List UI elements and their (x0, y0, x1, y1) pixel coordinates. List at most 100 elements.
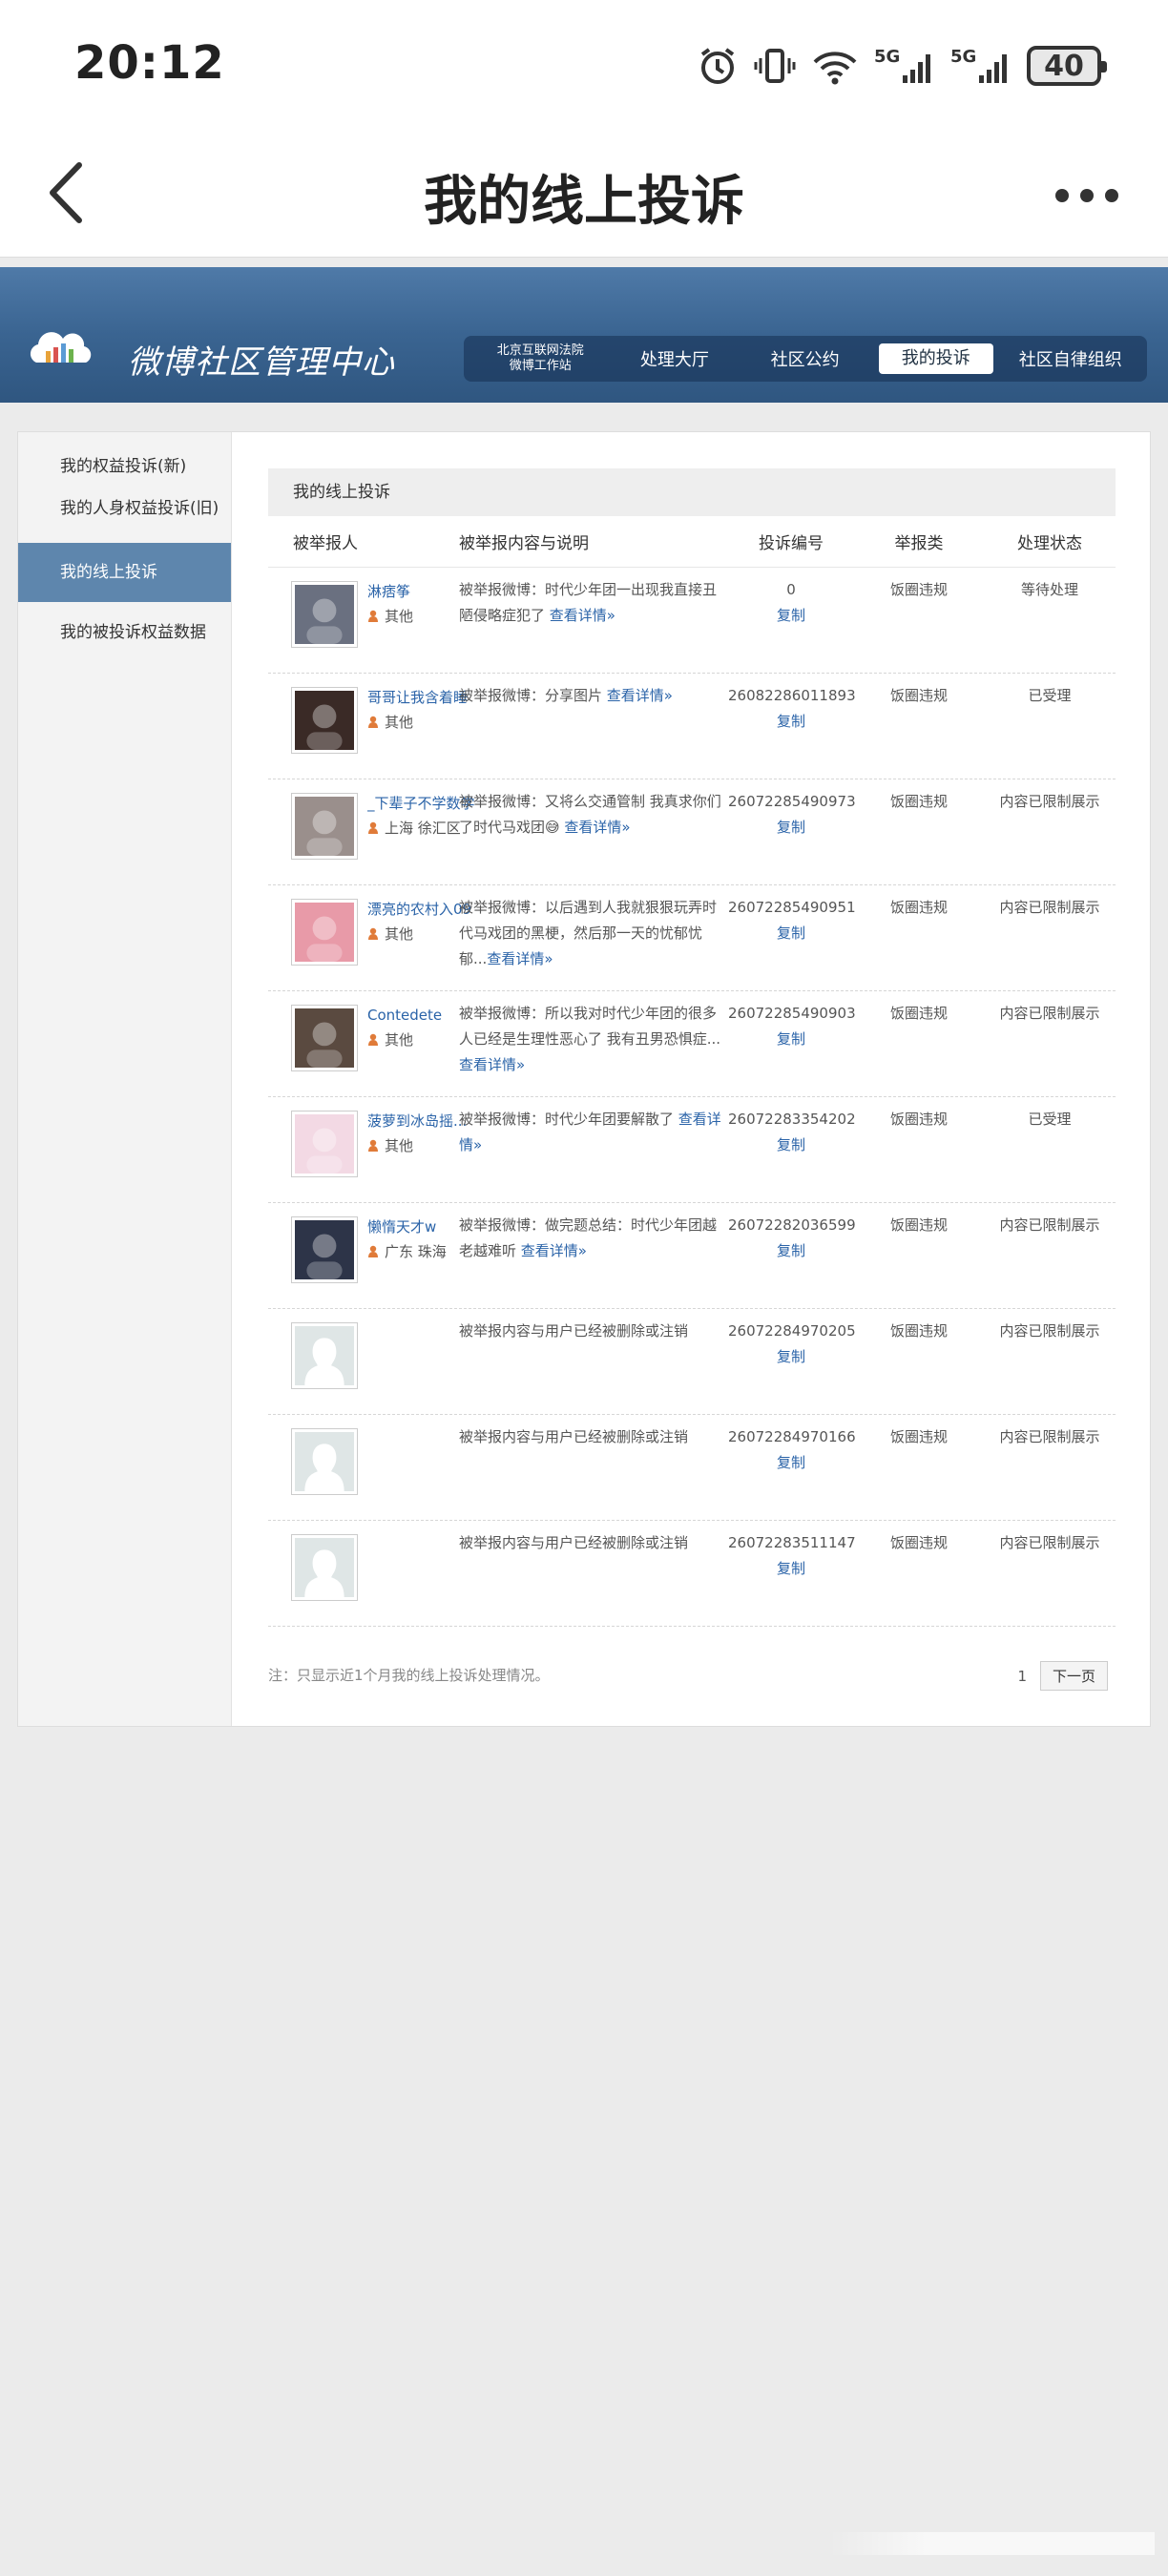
avatar[interactable] (291, 793, 358, 860)
battery-icon: 40 (1027, 46, 1107, 86)
user-gender-icon (368, 716, 378, 728)
user-gender-icon (368, 1033, 378, 1046)
sidebar-item-personal-rights-old[interactable]: 我的人身权益投诉(旧) (18, 488, 231, 530)
status-cell: 内容已限制展示 (999, 1005, 1100, 1022)
report-type: 饭圈违规 (889, 581, 948, 598)
page-number[interactable]: 1 (1017, 1668, 1027, 1685)
report-type: 饭圈违规 (889, 687, 948, 704)
status-cell: 内容已限制展示 (999, 899, 1100, 916)
complaint-id: 26072283511147 (728, 1534, 856, 1551)
user-name-link[interactable]: 哥哥让我含着睡 (367, 687, 468, 708)
report-type: 饭圈违规 (889, 1428, 948, 1445)
nav-community-rules[interactable]: 社区公约 (740, 346, 870, 371)
user-info (367, 1534, 459, 1626)
reported-user: Contedete 其他 (268, 1005, 459, 1096)
view-detail-link[interactable]: 查看详情» (607, 687, 673, 704)
reported-user: _下辈子不学数学 上海 徐汇区 (268, 793, 475, 884)
user-name-link[interactable]: Contedete (367, 1005, 459, 1026)
report-type: 饭圈违规 (889, 1111, 948, 1128)
user-info: Contedete 其他 (367, 1005, 459, 1096)
header-content: 被举报内容与说明 (459, 534, 589, 553)
report-type: 饭圈违规 (889, 1005, 948, 1022)
user-info: 哥哥让我含着睡 其他 (367, 687, 468, 779)
table-header: 被举报人 被举报内容与说明 投诉编号 举报类 处理状态 (268, 516, 1116, 568)
avatar[interactable] (291, 899, 358, 966)
copy-button[interactable]: 复制 (728, 1238, 854, 1264)
header-status: 处理状态 (1017, 534, 1082, 553)
content-text: 被举报内容与用户已经被删除或注销 (459, 1322, 689, 1340)
user-name-link[interactable]: 懒惰天才w (367, 1216, 459, 1237)
nav-processing-hall[interactable]: 处理大厅 (609, 346, 740, 371)
avatar[interactable] (291, 1534, 358, 1601)
complaint-id-cell: 26072285490951 复制 (728, 895, 856, 990)
content-text: 被举报内容与用户已经被删除或注销 (459, 1428, 689, 1445)
top-nav: 北京互联网法院 微博工作站 处理大厅 社区公约 我的投诉 社区自律组织 (464, 336, 1147, 382)
header-report-type: 举报类 (894, 534, 944, 553)
copy-button[interactable]: 复制 (728, 921, 854, 946)
clock: 20:12 (74, 36, 225, 90)
nav-beijing-court[interactable]: 北京互联网法院 微博工作站 (471, 343, 609, 374)
report-type: 饭圈违规 (889, 1216, 948, 1234)
section-title: 我的线上投诉 (268, 468, 1116, 516)
table-row: 被举报内容与用户已经被删除或注销 26072284970205 复制 饭圈违规 … (268, 1309, 1116, 1415)
content-text: 被举报微博：分享图片 (459, 687, 607, 704)
sidebar: 我的权益投诉(新) 我的人身权益投诉(旧) 我的线上投诉 我的被投诉权益数据 (18, 432, 232, 1726)
copy-button[interactable]: 复制 (728, 709, 854, 735)
avatar[interactable] (291, 1216, 358, 1283)
cloud-logo-icon (30, 332, 92, 363)
view-detail-link[interactable]: 查看详情» (459, 1056, 525, 1073)
pagination: 1 下一页 (1017, 1661, 1108, 1691)
sidebar-item-online-complaints[interactable]: 我的线上投诉 (18, 543, 231, 602)
table-row: 哥哥让我含着睡 其他 被举报微博：分享图片 查看详情» 260822860118… (268, 674, 1116, 779)
location-text: 上海 徐汇区 (385, 820, 461, 837)
user-name-link[interactable]: 淋痞筝 (367, 581, 459, 602)
complaint-id-cell: 26072284970205 复制 (728, 1319, 856, 1414)
copy-button[interactable]: 复制 (728, 1027, 854, 1052)
view-detail-link[interactable]: 查看详情» (550, 607, 615, 624)
avatar[interactable] (291, 687, 358, 754)
view-detail-link[interactable]: 查看详情» (521, 1242, 587, 1259)
complaint-id: 26072284970205 (728, 1322, 856, 1340)
nav-self-discipline[interactable]: 社区自律组织 (1002, 346, 1139, 371)
complaint-id-cell: 26072283354202 复制 (728, 1107, 856, 1202)
more-options-button[interactable] (1044, 172, 1130, 219)
complaint-id-cell: 26082286011893 复制 (728, 683, 856, 779)
avatar[interactable] (291, 1428, 358, 1495)
user-info: 菠萝到冰岛摇... 其他 (367, 1111, 467, 1202)
next-page-button[interactable]: 下一页 (1039, 1661, 1108, 1691)
complaint-id-cell: 0 复制 (728, 577, 854, 673)
report-type: 饭圈违规 (889, 793, 948, 810)
sidebar-item-rights-complaints-new[interactable]: 我的权益投诉(新) (18, 446, 231, 488)
content-text: 被举报微博：所以我对时代少年团的很多人已经是生理性恶心了 我有丑男恐惧症... (459, 1005, 721, 1048)
status-cell: 内容已限制展示 (999, 1428, 1100, 1445)
avatar[interactable] (291, 1005, 358, 1071)
reported-content: 被举报微博：分享图片 查看详情» (459, 683, 728, 779)
user-name-link[interactable]: 菠萝到冰岛摇... (367, 1111, 467, 1132)
copy-button[interactable]: 复制 (728, 815, 854, 841)
reported-user (268, 1322, 459, 1414)
copy-button[interactable]: 复制 (728, 1344, 854, 1370)
sidebar-item-complained-data[interactable]: 我的被投诉权益数据 (18, 612, 231, 654)
avatar[interactable] (291, 581, 358, 648)
copy-button[interactable]: 复制 (728, 603, 854, 629)
complaints-content: 我的线上投诉 被举报人 被举报内容与说明 投诉编号 举报类 处理状态 淋痞筝 其… (268, 468, 1116, 1713)
avatar[interactable] (291, 1111, 358, 1177)
view-detail-link[interactable]: 查看详情» (564, 819, 630, 836)
user-location: 广东 珠海 (367, 1241, 459, 1262)
avatar[interactable] (291, 1322, 358, 1389)
user-name-link[interactable]: 漂亮的农村入09 (367, 899, 471, 920)
svg-text:5G: 5G (874, 47, 900, 67)
complaint-id-cell: 26072283511147 复制 (728, 1530, 856, 1626)
user-location: 其他 (367, 1135, 467, 1156)
user-info: 淋痞筝 其他 (367, 581, 459, 673)
signal-5g-icon: 5G (874, 45, 935, 87)
reported-user: 漂亮的农村入09 其他 (268, 899, 471, 990)
status-cell: 内容已限制展示 (999, 1216, 1100, 1234)
view-detail-link[interactable]: 查看详情» (487, 950, 553, 967)
status-icons: 5G 5G 40 (697, 42, 1107, 90)
copy-button[interactable]: 复制 (728, 1450, 854, 1476)
copy-button[interactable]: 复制 (728, 1556, 854, 1582)
nav-my-complaints[interactable]: 我的投诉 (879, 343, 993, 374)
copy-button[interactable]: 复制 (728, 1132, 854, 1158)
complaint-id: 26072284970166 (728, 1428, 856, 1445)
